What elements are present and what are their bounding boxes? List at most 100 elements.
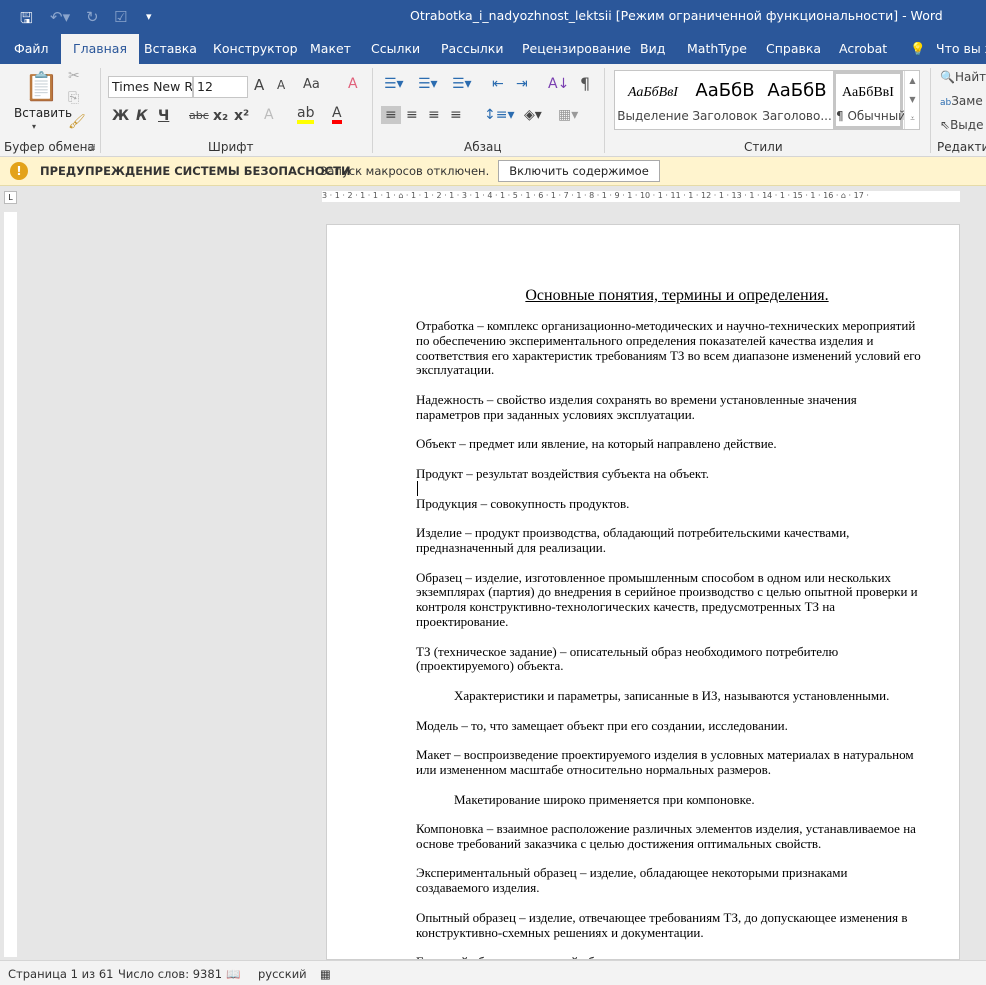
- save-icon[interactable]: 🖫: [20, 8, 33, 33]
- paragraph: Опытный образец – изделие, отвечающее тр…: [416, 910, 926, 941]
- styles-scroll[interactable]: ▲ ▼ ⩡: [904, 71, 920, 129]
- customize-qat-icon[interactable]: ▾: [146, 10, 152, 23]
- paste-button[interactable]: Вставить: [14, 106, 72, 120]
- style-heading2[interactable]: АаБбВ Заголово...: [761, 71, 833, 129]
- undo-icon[interactable]: ↶▾: [50, 8, 70, 26]
- subscript-button[interactable]: x₂: [213, 108, 228, 124]
- font-name-select[interactable]: Times New R: [108, 76, 193, 98]
- clear-formatting-icon[interactable]: A: [348, 76, 358, 92]
- tab-mailings[interactable]: Рассылки: [441, 34, 503, 64]
- ribbon: 📋 Вставить ▾ ✂ ⎘ 🖌 Буфер обмена ◲ Times …: [0, 64, 986, 157]
- tab-mathtype[interactable]: MathType: [687, 34, 747, 64]
- find-button[interactable]: 🔍Найт: [940, 70, 986, 84]
- tab-references[interactable]: Ссылки: [371, 34, 420, 64]
- styles-gallery: АаБбВвI Выделение АаБбВ Заголовок АаБбВ Заг…: [614, 70, 920, 130]
- tab-review[interactable]: Рецензирование: [522, 34, 631, 64]
- tell-me-search[interactable]: Что вы хо: [936, 34, 986, 64]
- align-center-icon[interactable]: ≡: [406, 107, 418, 123]
- tab-acrobat[interactable]: Acrobat: [839, 34, 887, 64]
- text-effects-icon[interactable]: A: [264, 107, 274, 123]
- text-line: соответствия его характеристик требовани…: [416, 347, 921, 363]
- text-line: Компоновка – взаимное расположение разли…: [416, 821, 916, 837]
- document-page[interactable]: Основные понятия, термины и определения.…: [326, 224, 960, 960]
- increase-indent-icon[interactable]: ⇥: [516, 76, 528, 92]
- language[interactable]: русский: [258, 967, 307, 981]
- lightbulb-icon[interactable]: 💡: [910, 34, 926, 64]
- window-title: Otrabotka_i_nadyozhnost_lektsii [Режим о…: [410, 8, 943, 23]
- shrink-font-button[interactable]: A: [277, 78, 285, 92]
- underline-button[interactable]: Ч: [158, 108, 169, 124]
- multilevel-list-icon[interactable]: ☰▾: [452, 76, 472, 92]
- strikethrough-button[interactable]: abc: [189, 109, 209, 122]
- horizontal-ruler[interactable]: 3 · 1 · 2 · 1 · 1 · 1 · ⌂ · 1 · 1 · 2 · …: [322, 191, 960, 202]
- tab-selector[interactable]: L: [4, 191, 17, 204]
- paragraph: Продукт – результат воздействия субъекта…: [416, 466, 926, 482]
- paste-dropdown-icon[interactable]: ▾: [32, 122, 36, 131]
- highlight-color-icon[interactable]: ab: [297, 106, 315, 124]
- replace-button[interactable]: abЗаме: [940, 94, 983, 108]
- style-normal[interactable]: АаБбВвI ¶ Обычный: [833, 71, 906, 129]
- text-cursor: [417, 481, 418, 496]
- numbering-icon[interactable]: ☰▾: [418, 76, 438, 92]
- align-left-icon[interactable]: ≡: [381, 106, 401, 124]
- tab-insert[interactable]: Вставка: [144, 34, 197, 64]
- styles-group-label: Стили: [744, 140, 783, 154]
- text-line: конструктивно-схемных решениях и докумен…: [416, 924, 704, 940]
- style-emphasis[interactable]: АаБбВвI Выделение: [617, 71, 689, 129]
- tab-view[interactable]: Вид: [640, 34, 665, 64]
- enable-content-button[interactable]: Включить содержимое: [498, 160, 660, 182]
- tab-file[interactable]: Файл: [14, 34, 49, 64]
- paste-icon[interactable]: 📋: [24, 70, 59, 103]
- text-line: проектирование.: [416, 613, 509, 629]
- touch-mode-icon[interactable]: ☑: [114, 8, 127, 26]
- format-painter-icon[interactable]: 🖌: [68, 114, 86, 130]
- security-warning-message: Запуск макросов отключен.: [320, 164, 490, 178]
- text-line: (проектируемого) объекта.: [416, 658, 564, 674]
- sort-icon[interactable]: A↓: [548, 76, 569, 92]
- text-line: эксплуатации.: [416, 362, 495, 378]
- tab-home[interactable]: Главная: [61, 34, 139, 64]
- bullets-icon[interactable]: ☰▾: [384, 76, 404, 92]
- tab-design[interactable]: Конструктор: [213, 34, 298, 64]
- bold-button[interactable]: Ж: [112, 108, 129, 124]
- font-color-icon[interactable]: A: [332, 106, 342, 124]
- show-marks-icon[interactable]: ¶: [580, 74, 590, 93]
- tab-layout[interactable]: Макет: [310, 34, 351, 64]
- text-line: создаваемого изделия.: [416, 880, 540, 896]
- macro-record-icon[interactable]: ▦: [320, 967, 331, 981]
- paragraph: Изделие – продукт производства, обладающ…: [416, 525, 926, 556]
- paragraph: Экспериментальный образец – изделие, обл…: [416, 866, 926, 896]
- vertical-ruler[interactable]: [4, 212, 17, 957]
- text-line: Характеристики и параметры, записанные в…: [454, 687, 890, 703]
- clipboard-launcher-icon[interactable]: ◲: [88, 142, 96, 151]
- superscript-button[interactable]: x²: [234, 108, 249, 124]
- style-heading1[interactable]: АаБбВ Заголовок: [689, 71, 761, 129]
- text-line: Объект – предмет или явление, на который…: [416, 436, 777, 452]
- page-count[interactable]: Страница 1 из 61: [8, 967, 113, 981]
- paragraph: Макетирование широко применяется при ком…: [416, 792, 926, 808]
- proofing-icon[interactable]: 📖: [226, 967, 240, 981]
- paragraph: Надежность – свойство изделия сохранять …: [416, 392, 926, 423]
- text-line: основе требований заказчика с целью дост…: [416, 835, 822, 851]
- warning-icon: !: [10, 162, 28, 180]
- justify-icon[interactable]: ≡: [450, 107, 462, 123]
- redo-icon[interactable]: ↻: [86, 8, 99, 26]
- word-count[interactable]: Число слов: 9381: [118, 967, 222, 981]
- document-heading: Основные понятия, термины и определения.: [525, 287, 829, 304]
- select-button[interactable]: ⇖Выде: [940, 118, 983, 132]
- decrease-indent-icon[interactable]: ⇤: [492, 76, 504, 92]
- line-spacing-icon[interactable]: ↕≡▾: [484, 107, 515, 123]
- shading-icon[interactable]: ◈▾: [524, 107, 542, 123]
- copy-icon[interactable]: ⎘: [68, 90, 79, 106]
- text-line: параметров при заданных условиях эксплуа…: [416, 406, 695, 422]
- font-size-select[interactable]: 12: [193, 76, 248, 98]
- align-right-icon[interactable]: ≡: [428, 107, 440, 123]
- borders-icon[interactable]: ▦▾: [558, 107, 578, 123]
- italic-button[interactable]: К: [136, 108, 147, 124]
- change-case-button[interactable]: Aa: [303, 77, 320, 92]
- grow-font-button[interactable]: A: [254, 76, 264, 94]
- cut-icon[interactable]: ✂: [68, 68, 80, 84]
- tab-help[interactable]: Справка: [766, 34, 821, 64]
- document-body[interactable]: Основные понятия, термины и определения.…: [416, 287, 926, 959]
- security-warning-title: ПРЕДУПРЕЖДЕНИЕ СИСТЕМЫ БЕЗОПАСНОСТИ: [40, 164, 351, 178]
